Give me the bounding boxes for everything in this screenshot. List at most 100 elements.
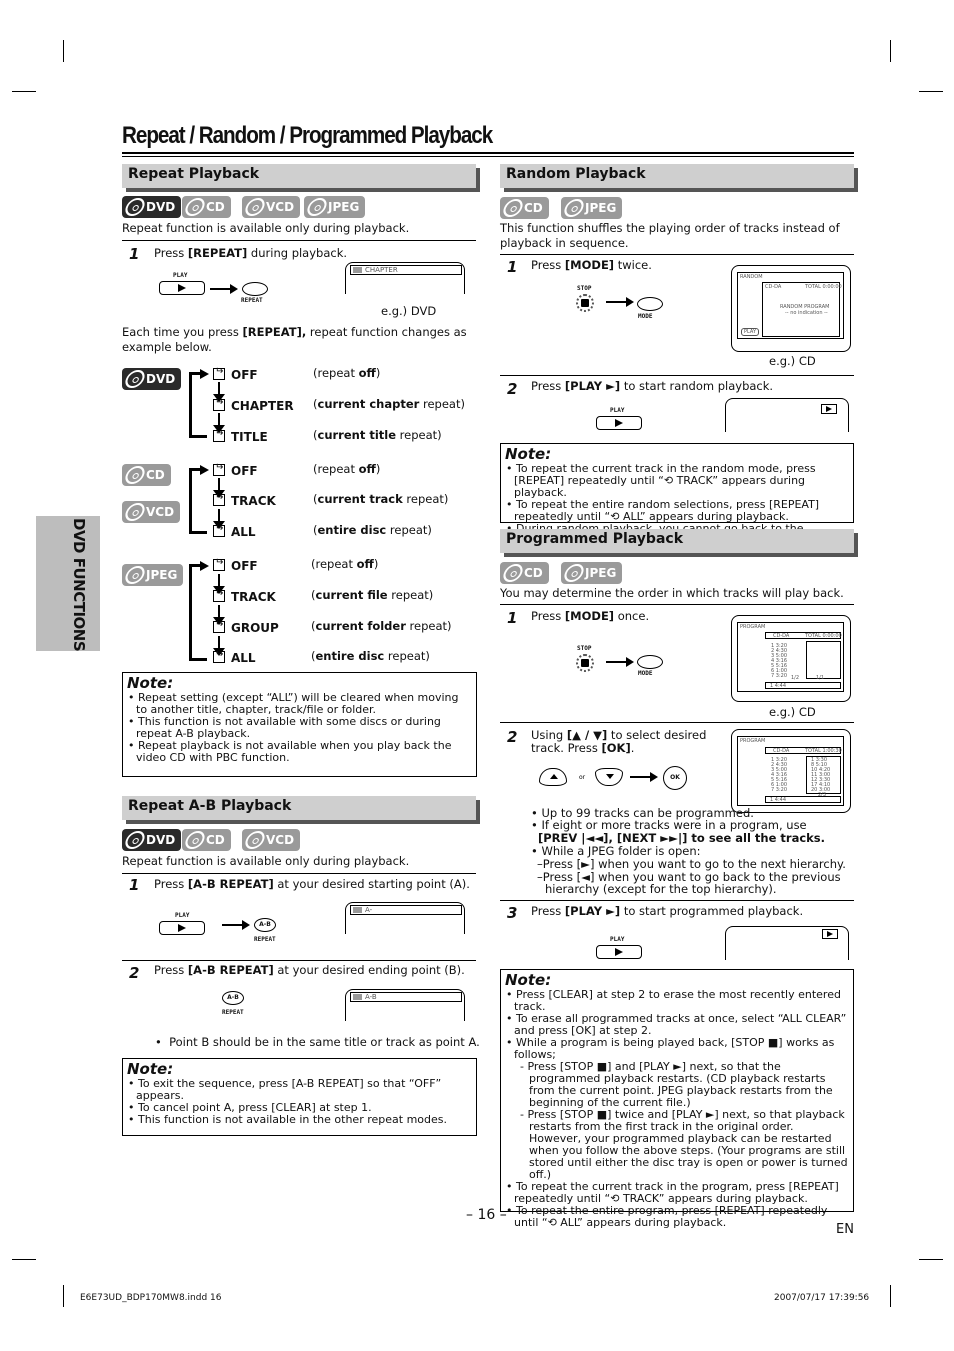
badge-cd: CD: [182, 196, 231, 218]
down-arrow-icon: [213, 382, 225, 402]
section-heading-random: Random Playback: [500, 164, 854, 188]
mode-label: MODE: [638, 313, 653, 320]
ab-repeat-button[interactable]: A-B: [254, 918, 276, 932]
play-status-icon: [822, 929, 838, 939]
divider: [500, 722, 854, 723]
disc-icon: [500, 564, 526, 582]
badge-vcd: VCD: [242, 829, 301, 851]
note-item: • To repeat the entire random selections…: [506, 498, 820, 523]
mode-button[interactable]: [637, 655, 663, 669]
cycle-line: [189, 531, 207, 534]
arrow-icon: [606, 297, 634, 307]
disc-icon: [122, 503, 148, 521]
note-item: • Repeat setting (except “ALL”) will be …: [128, 691, 459, 716]
crop-mark: [12, 91, 36, 92]
language-label: EN: [836, 1222, 854, 1237]
disc-icon: [122, 198, 148, 216]
screen-program-list: [806, 641, 841, 679]
play-button[interactable]: [159, 281, 205, 295]
note-subitem: - Press [STOP ■] twice and [PLAY ►] next…: [520, 1108, 848, 1181]
step-text: Press [PLAY ►] to start programmed playb…: [531, 904, 804, 918]
play-label: PLAY: [610, 936, 625, 943]
down-arrow-icon: [213, 574, 225, 594]
caption: e.g.) DVD: [381, 304, 437, 318]
program-bullet: hierarchy (except for the top hierarchy)…: [545, 882, 777, 896]
random-intro-2: playback in sequence.: [500, 236, 629, 250]
crop-mark: [890, 1285, 891, 1307]
disc-icon: [182, 198, 208, 216]
down-button[interactable]: [595, 768, 623, 786]
badge-cd: CD: [122, 464, 171, 486]
each-time-text: Each time you press [REPEAT], repeat fun…: [122, 325, 467, 339]
stop-label: STOP: [577, 645, 592, 652]
badge-cd: CD: [182, 829, 231, 851]
stop-button[interactable]: [576, 654, 594, 672]
repeat-mode-label: TRACK: [231, 590, 276, 604]
disc-icon: [242, 198, 268, 216]
ab-repeat-button[interactable]: A-B: [222, 991, 244, 1005]
step-text: Press [MODE] once.: [531, 609, 650, 623]
note-item: • To repeat the current track in the ran…: [506, 462, 816, 499]
crop-mark: [63, 40, 64, 62]
screen-line: -- no indication --: [785, 310, 828, 316]
step-number: 1: [129, 245, 140, 263]
disc-icon: [122, 466, 148, 484]
ok-button[interactable]: OK: [663, 766, 687, 790]
up-button[interactable]: [539, 768, 567, 786]
screen-title: PROGRAM: [740, 624, 766, 630]
step-number: 1: [507, 258, 518, 276]
repeat-mode-label: OFF: [231, 368, 258, 382]
repeat-icon: [213, 621, 225, 633]
play-button[interactable]: [596, 416, 642, 430]
screen-total: TOTAL 1:00:30: [805, 748, 842, 754]
repeat-label: REPEAT: [241, 297, 263, 304]
badge-cd: CD: [500, 562, 549, 584]
note-item: • This function is not available with so…: [128, 715, 441, 740]
section-heading-ab: Repeat A-B Playback: [122, 796, 476, 820]
note-item: • To repeat the entire program, press [R…: [506, 1204, 828, 1229]
title-rule: [122, 152, 854, 154]
cycle-line: [189, 372, 192, 438]
side-tab-label: DVD FUNCTIONS: [70, 518, 88, 652]
side-tab: [36, 516, 100, 651]
step-number: 2: [507, 380, 518, 398]
caption: e.g.) CD: [769, 354, 816, 368]
mode-button[interactable]: [637, 297, 663, 311]
repeat-intro: Repeat function is available only during…: [122, 221, 410, 235]
osd-bar: A-B: [350, 992, 462, 1002]
note-item: • This function is not available in the …: [128, 1113, 447, 1126]
repeat-mode-label: OFF: [231, 464, 258, 478]
stop-label: STOP: [577, 285, 592, 292]
screen-button: PLAY: [741, 328, 760, 336]
section-heading-repeat: Repeat Playback: [122, 164, 476, 188]
badge-vcd: VCD: [122, 501, 181, 523]
repeat-mode-desc: (repeat off): [311, 557, 379, 571]
cycle-line: [189, 658, 207, 661]
screen-title: PROGRAM: [740, 738, 766, 744]
screen-page: 1/1: [816, 675, 825, 681]
note-title: Note:: [127, 674, 174, 692]
step-text: Press [A-B REPEAT] at your desired start…: [154, 877, 470, 891]
step-text: Press [REPEAT] during playback.: [154, 246, 348, 260]
badge-vcd: VCD: [242, 196, 301, 218]
repeat-icon: [213, 525, 225, 537]
page-number: – 16 –: [466, 1207, 507, 1223]
note-title: Note:: [127, 1060, 174, 1078]
repeat-button[interactable]: [242, 282, 268, 296]
note-item: • Press [CLEAR] at step 2 to erase the m…: [506, 988, 841, 1013]
footer-file: E6E73UD_BDP170MW8.indd 16: [80, 1293, 222, 1303]
screen-total: TOTAL 0:00:00: [805, 633, 842, 639]
note-item: • Repeat playback is not available when …: [128, 739, 452, 764]
stop-button[interactable]: [576, 294, 594, 312]
step-number: 2: [129, 964, 140, 982]
repeat-icon: [213, 399, 225, 411]
caption: e.g.) CD: [769, 705, 816, 719]
play-button[interactable]: [159, 921, 205, 935]
divider: [122, 240, 476, 241]
screen-page: 1/2: [791, 675, 800, 681]
repeat-mode-label: TITLE: [231, 430, 268, 444]
divider: [500, 604, 854, 605]
osd-bar: CHAPTER: [350, 265, 462, 275]
footer-timestamp: 2007/07/17 17:39:56: [774, 1293, 870, 1303]
play-button[interactable]: [596, 945, 642, 959]
